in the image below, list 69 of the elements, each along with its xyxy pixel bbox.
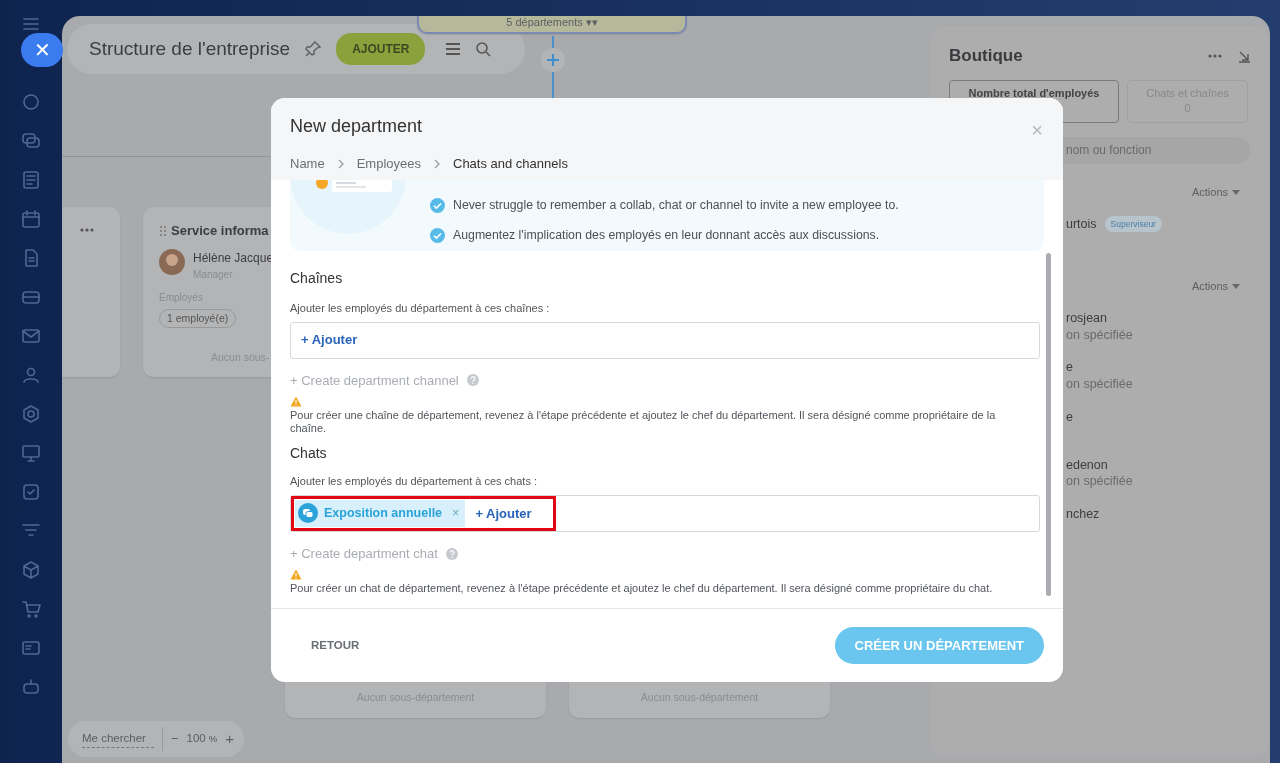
collapse-icon[interactable] [1238,49,1250,63]
warning-icon [290,569,302,581]
chevron-icon [433,158,441,169]
panel-title: Boutique [949,45,1023,68]
page-title: Structure de l'entreprise [89,36,291,61]
field-label: Ajouter les employés du département à ces chats : [290,474,539,490]
person-name: e [1066,408,1073,426]
calendar-icon[interactable] [20,207,42,230]
person-name: urtois [1066,215,1097,233]
caret-icon [1232,284,1240,289]
drag-handle-icon[interactable] [159,224,167,237]
selected-chat-tag[interactable]: Exposition annuelle × [295,499,466,527]
person-name: e [1066,359,1073,377]
department-name: Service informa [171,222,269,240]
breadcrumb-step[interactable]: Employees [356,154,421,174]
field-label: Ajouter les employés du département à ces chaînes : [290,301,551,316]
more-icon[interactable] [80,228,94,232]
pin-icon[interactable] [304,40,323,58]
add-node-button[interactable] [541,48,565,72]
warning-text: Pour créer une chaîne de département, revenez à l'étape précédente et ajoutez le chef du département. Il sera désigné comme propriétaire de la chaîne. [290,409,997,436]
find-me-link[interactable]: Me chercher [82,729,154,749]
avatar [159,248,185,275]
help-icon[interactable] [466,374,479,387]
person-name: edenon [1066,456,1108,474]
back-button[interactable]: RETOUR [291,628,380,663]
help-icon[interactable] [445,547,458,560]
person-name: nchez [1066,506,1100,523]
plus-icon [546,53,560,67]
add-button[interactable]: AJOUTER [336,33,426,65]
person-role: on spécifiée [1066,376,1134,393]
actions-dropdown[interactable]: Actions [1191,278,1240,295]
modal-title: New department [290,115,423,138]
more-icon[interactable] [1208,54,1222,58]
department-count: 5 départements ▾▾ [506,16,598,30]
person-role: on spécifiée [1066,473,1134,491]
menu-icon[interactable] [445,43,462,55]
zoom-in-button[interactable]: + [225,727,234,751]
person-role: on spécifiée [1066,326,1134,344]
close-button[interactable]: × [1031,120,1043,140]
close-button[interactable]: ✕ [21,33,63,67]
zoom-unit: % [208,731,218,746]
menu-icon[interactable] [23,18,39,30]
zoom-out-button[interactable]: − [170,729,179,749]
remove-icon[interactable]: × [452,504,460,523]
caret-icon [1232,189,1240,195]
create-department-button[interactable]: CRÉER UN DÉPARTEMENT [834,627,1044,664]
role-badge: Superviseur [1104,215,1162,233]
add-link[interactable]: + Ajouter [295,330,364,350]
breadcrumb-step[interactable]: Chats and channels [453,154,568,174]
scrollbar[interactable] [1046,253,1051,596]
actions-dropdown[interactable]: Actions [1191,184,1240,201]
breadcrumb-step[interactable]: Name [290,154,325,174]
warning-icon [290,396,302,407]
chat-selector-field[interactable]: Exposition annuelle × + Ajouter [290,494,1040,532]
newspaper-icon[interactable] [20,168,42,191]
section-heading: Chats [290,444,328,464]
benefit-text: Augmentez l'implication des employés en leur donnant accès aux discussions. [453,227,880,245]
section-heading: Chaînes [290,269,344,288]
search-icon[interactable] [475,41,492,57]
add-link[interactable]: + Ajouter [469,503,538,524]
benefit-text: Never struggle to remember a collab, chat or channel to invite a new employee to. [453,197,899,214]
person-name: rosjean [1066,309,1107,327]
hexagon-icon[interactable] [20,402,42,425]
chat-selector-field[interactable]: + Ajouter [290,321,1040,359]
chevron-icon [336,158,345,169]
warning-text: Pour créer un chat de département, revenez à l'étape précédente et ajoutez le chef du département. Il sera désigné comme propriétaire du chat. [290,582,994,596]
chat-icon [298,503,318,524]
box-icon[interactable] [20,558,42,581]
zoom-level: 100 [186,731,206,747]
